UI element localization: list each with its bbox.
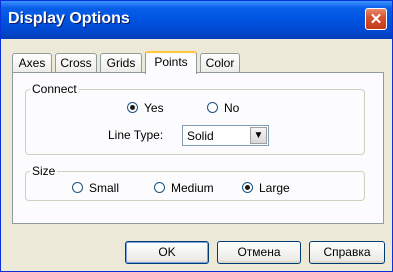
display-options-dialog: Display Options ✕ Axes Cross Grids Point… bbox=[0, 0, 393, 272]
radio-checked-icon bbox=[127, 102, 138, 113]
connect-group: Connect Yes No Line Type: Solid ▼ bbox=[25, 82, 365, 155]
line-type-select[interactable]: Solid ▼ bbox=[182, 125, 269, 146]
ok-button[interactable]: OK bbox=[125, 241, 209, 264]
tab-cross[interactable]: Cross bbox=[55, 53, 97, 73]
size-legend: Size bbox=[30, 164, 58, 178]
connect-yes-radio[interactable]: Yes bbox=[127, 101, 164, 115]
line-type-value: Solid bbox=[187, 129, 214, 143]
size-medium-radio[interactable]: Medium bbox=[154, 181, 214, 195]
close-button[interactable]: ✕ bbox=[365, 8, 387, 30]
connect-legend: Connect bbox=[30, 82, 79, 96]
connect-no-radio[interactable]: No bbox=[207, 101, 239, 115]
help-button[interactable]: Справка bbox=[309, 241, 385, 264]
size-small-radio[interactable]: Small bbox=[72, 181, 119, 195]
radio-unchecked-icon bbox=[207, 102, 218, 113]
tab-color[interactable]: Color bbox=[200, 53, 240, 73]
size-group: Size Small Medium Large bbox=[25, 164, 365, 201]
size-large-radio[interactable]: Large bbox=[242, 181, 290, 195]
title-bar[interactable]: Display Options ✕ bbox=[1, 1, 392, 39]
points-tab-panel: Connect Yes No Line Type: Solid ▼ Size S… bbox=[12, 72, 384, 224]
dialog-title: Display Options bbox=[8, 10, 130, 27]
tab-points[interactable]: Points bbox=[145, 51, 197, 74]
line-type-label: Line Type: bbox=[108, 128, 164, 142]
radio-unchecked-icon bbox=[72, 182, 83, 193]
close-icon: ✕ bbox=[369, 11, 383, 28]
cancel-button[interactable]: Отмена bbox=[217, 241, 301, 264]
radio-unchecked-icon bbox=[154, 182, 165, 193]
radio-checked-icon bbox=[242, 182, 253, 193]
tab-axes[interactable]: Axes bbox=[12, 53, 52, 73]
tab-grids[interactable]: Grids bbox=[100, 53, 142, 73]
chevron-down-icon[interactable]: ▼ bbox=[250, 127, 267, 144]
